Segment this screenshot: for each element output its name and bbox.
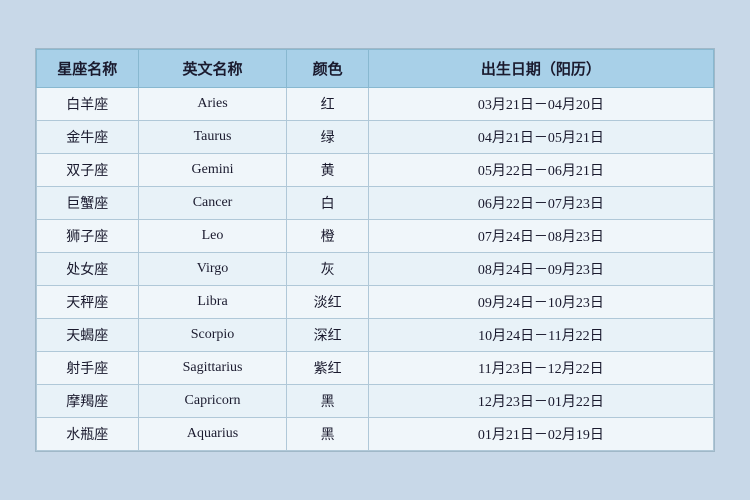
table-row: 双子座Gemini黄05月22日－06月21日 (37, 154, 714, 187)
cell-dates: 09月24日－10月23日 (368, 286, 713, 319)
cell-english-name: Capricorn (138, 385, 287, 418)
cell-chinese-name: 摩羯座 (37, 385, 139, 418)
cell-color: 灰 (287, 253, 368, 286)
cell-color: 黑 (287, 418, 368, 451)
cell-chinese-name: 处女座 (37, 253, 139, 286)
cell-color: 淡红 (287, 286, 368, 319)
cell-english-name: Aries (138, 88, 287, 121)
cell-english-name: Leo (138, 220, 287, 253)
cell-english-name: Taurus (138, 121, 287, 154)
zodiac-table-container: 星座名称 英文名称 颜色 出生日期（阳历） 白羊座Aries红03月21日－04… (35, 48, 715, 452)
table-header-row: 星座名称 英文名称 颜色 出生日期（阳历） (37, 50, 714, 88)
cell-dates: 08月24日－09月23日 (368, 253, 713, 286)
cell-chinese-name: 天秤座 (37, 286, 139, 319)
cell-dates: 03月21日－04月20日 (368, 88, 713, 121)
cell-color: 白 (287, 187, 368, 220)
table-row: 摩羯座Capricorn黑12月23日－01月22日 (37, 385, 714, 418)
table-row: 巨蟹座Cancer白06月22日－07月23日 (37, 187, 714, 220)
cell-dates: 05月22日－06月21日 (368, 154, 713, 187)
table-row: 天秤座Libra淡红09月24日－10月23日 (37, 286, 714, 319)
cell-color: 黄 (287, 154, 368, 187)
table-row: 处女座Virgo灰08月24日－09月23日 (37, 253, 714, 286)
cell-chinese-name: 水瓶座 (37, 418, 139, 451)
cell-chinese-name: 巨蟹座 (37, 187, 139, 220)
cell-color: 深红 (287, 319, 368, 352)
header-chinese-name: 星座名称 (37, 50, 139, 88)
cell-english-name: Virgo (138, 253, 287, 286)
cell-chinese-name: 狮子座 (37, 220, 139, 253)
cell-english-name: Scorpio (138, 319, 287, 352)
header-color: 颜色 (287, 50, 368, 88)
cell-dates: 06月22日－07月23日 (368, 187, 713, 220)
cell-chinese-name: 金牛座 (37, 121, 139, 154)
cell-chinese-name: 天蝎座 (37, 319, 139, 352)
table-row: 射手座Sagittarius紫红11月23日－12月22日 (37, 352, 714, 385)
cell-english-name: Sagittarius (138, 352, 287, 385)
cell-dates: 04月21日－05月21日 (368, 121, 713, 154)
cell-english-name: Aquarius (138, 418, 287, 451)
cell-color: 绿 (287, 121, 368, 154)
cell-color: 黑 (287, 385, 368, 418)
cell-dates: 07月24日－08月23日 (368, 220, 713, 253)
cell-color: 紫红 (287, 352, 368, 385)
cell-dates: 12月23日－01月22日 (368, 385, 713, 418)
zodiac-table: 星座名称 英文名称 颜色 出生日期（阳历） 白羊座Aries红03月21日－04… (36, 49, 714, 451)
cell-color: 红 (287, 88, 368, 121)
table-row: 金牛座Taurus绿04月21日－05月21日 (37, 121, 714, 154)
table-row: 水瓶座Aquarius黑01月21日－02月19日 (37, 418, 714, 451)
cell-dates: 11月23日－12月22日 (368, 352, 713, 385)
header-english-name: 英文名称 (138, 50, 287, 88)
table-row: 天蝎座Scorpio深红10月24日－11月22日 (37, 319, 714, 352)
header-birth-date: 出生日期（阳历） (368, 50, 713, 88)
cell-english-name: Libra (138, 286, 287, 319)
cell-dates: 01月21日－02月19日 (368, 418, 713, 451)
cell-dates: 10月24日－11月22日 (368, 319, 713, 352)
table-row: 狮子座Leo橙07月24日－08月23日 (37, 220, 714, 253)
cell-chinese-name: 射手座 (37, 352, 139, 385)
cell-chinese-name: 双子座 (37, 154, 139, 187)
table-body: 白羊座Aries红03月21日－04月20日金牛座Taurus绿04月21日－0… (37, 88, 714, 451)
cell-english-name: Gemini (138, 154, 287, 187)
cell-english-name: Cancer (138, 187, 287, 220)
cell-color: 橙 (287, 220, 368, 253)
table-row: 白羊座Aries红03月21日－04月20日 (37, 88, 714, 121)
cell-chinese-name: 白羊座 (37, 88, 139, 121)
